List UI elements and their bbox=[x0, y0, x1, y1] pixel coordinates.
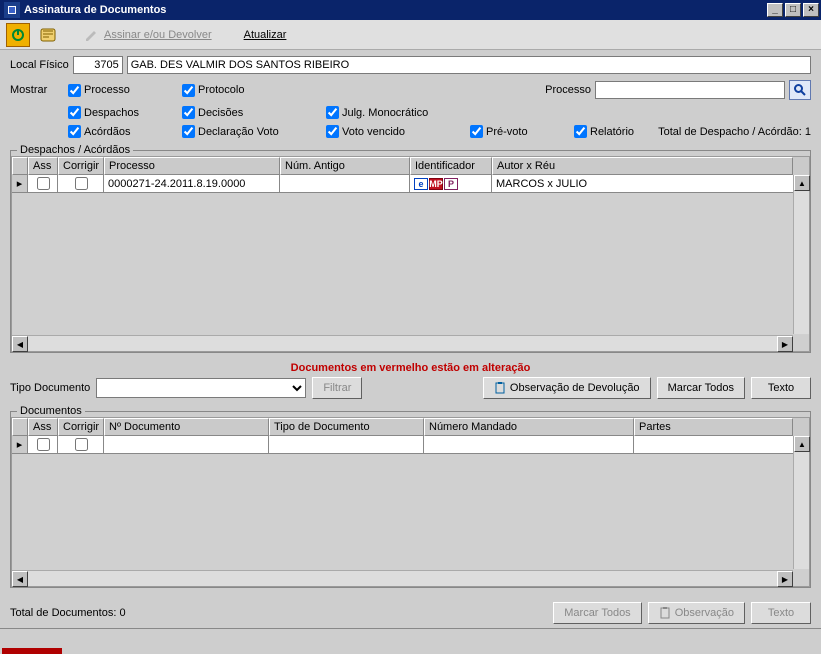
scroll-left-icon[interactable]: ◀ bbox=[12, 571, 28, 587]
ident-mp-icon: MP bbox=[429, 178, 443, 190]
despachos-grid[interactable]: Ass Corrigir Processo Núm. Antigo Identi… bbox=[11, 156, 810, 352]
col2-partes[interactable]: Partes bbox=[634, 418, 793, 436]
chk-decisoes[interactable]: Decisões bbox=[182, 106, 322, 119]
documentos-legend: Documentos bbox=[17, 405, 85, 417]
col-identificador[interactable]: Identificador bbox=[410, 157, 492, 175]
chk-protocolo[interactable]: Protocolo bbox=[182, 84, 322, 97]
total-documentos-label: Total de Documentos: 0 bbox=[10, 607, 126, 619]
col2-tipo-doc[interactable]: Tipo de Documento bbox=[269, 418, 424, 436]
window-title: Assinatura de Documentos bbox=[24, 4, 166, 16]
footer-marcar-todos-button[interactable]: Marcar Todos bbox=[553, 602, 641, 624]
table-row[interactable]: ▸ bbox=[12, 436, 809, 454]
row2-corrigir-check[interactable] bbox=[75, 438, 88, 451]
row-marker: ▸ bbox=[12, 175, 28, 193]
toolbar: Assinar e/ou Devolver Atualizar bbox=[0, 20, 821, 50]
local-fisico-row: Local Físico bbox=[10, 56, 811, 74]
chk-decl-voto[interactable]: Declaração Voto bbox=[182, 125, 322, 138]
clipboard-icon bbox=[659, 607, 671, 619]
documentos-grid[interactable]: Ass Corrigir Nº Documento Tipo de Docume… bbox=[11, 417, 810, 587]
grid1-hscroll[interactable]: ◀ ▶ bbox=[12, 335, 793, 351]
col-num-antigo[interactable]: Núm. Antigo bbox=[280, 157, 410, 175]
col2-ass[interactable]: Ass bbox=[28, 418, 58, 436]
chk-processo[interactable]: Processo bbox=[68, 84, 178, 97]
sign-icon bbox=[84, 27, 100, 43]
tipo-documento-select[interactable] bbox=[96, 378, 306, 398]
assinar-devolver-link: Assinar e/ou Devolver bbox=[80, 25, 216, 45]
chk-despachos[interactable]: Despachos bbox=[68, 106, 178, 119]
tipo-documento-label: Tipo Documento bbox=[10, 382, 90, 394]
refresh-icon[interactable] bbox=[36, 23, 60, 47]
clipboard-icon bbox=[494, 382, 506, 394]
cell-identificador: e MP P bbox=[410, 175, 492, 193]
chk-relatorio[interactable]: Relatório bbox=[574, 125, 634, 138]
grid2-vscroll[interactable]: ▲ bbox=[793, 436, 809, 569]
grid1-vscroll[interactable]: ▲ bbox=[793, 175, 809, 334]
scroll-right-icon[interactable]: ▶ bbox=[777, 336, 793, 352]
alteration-warning: Documentos em vermelho estão em alteraçã… bbox=[10, 359, 811, 377]
app-icon bbox=[4, 2, 20, 18]
ident-p-icon: P bbox=[444, 178, 458, 190]
chk-acordaos[interactable]: Acórdãos bbox=[68, 125, 178, 138]
row2-ass-check[interactable] bbox=[37, 438, 50, 451]
documentos-fieldset: Documentos Ass Corrigir Nº Documento Tip… bbox=[10, 405, 811, 588]
scroll-up-icon[interactable]: ▲ bbox=[794, 175, 810, 191]
despachos-fieldset: Despachos / Acórdãos Ass Corrigir Proces… bbox=[10, 144, 811, 353]
col2-num-mandado[interactable]: Número Mandado bbox=[424, 418, 634, 436]
col-processo[interactable]: Processo bbox=[104, 157, 280, 175]
texto-button[interactable]: Texto bbox=[751, 377, 811, 399]
chk-voto-vencido[interactable]: Voto vencido bbox=[326, 125, 466, 138]
col-autor-reu[interactable]: Autor x Réu bbox=[492, 157, 793, 175]
maximize-button[interactable]: □ bbox=[785, 3, 801, 17]
filtrar-button[interactable]: Filtrar bbox=[312, 377, 362, 399]
local-code-input[interactable] bbox=[73, 56, 123, 74]
chk-pre-voto[interactable]: Pré-voto bbox=[470, 125, 570, 138]
total-despacho-label: Total de Despacho / Acórdão: 1 bbox=[658, 126, 811, 138]
cell-autor-reu: MARCOS x JULIO bbox=[492, 175, 809, 193]
local-fisico-label: Local Físico bbox=[10, 59, 69, 71]
observacao-devolucao-button[interactable]: Observação de Devolução bbox=[483, 377, 651, 399]
ident-e-icon: e bbox=[414, 178, 428, 190]
atualizar-link[interactable]: Atualizar bbox=[240, 27, 291, 43]
row-ass-check[interactable] bbox=[37, 177, 50, 190]
titlebar: Assinatura de Documentos _ □ × bbox=[0, 0, 821, 20]
row-marker: ▸ bbox=[12, 436, 28, 454]
cell-processo: 0000271-24.2011.8.19.0000 bbox=[104, 175, 280, 193]
col-ass[interactable]: Ass bbox=[28, 157, 58, 175]
processo-search-input[interactable] bbox=[595, 81, 785, 99]
close-button[interactable]: × bbox=[803, 3, 819, 17]
footer-observacao-button[interactable]: Observação bbox=[648, 602, 745, 624]
row-corrigir-check[interactable] bbox=[75, 177, 88, 190]
search-button[interactable] bbox=[789, 80, 811, 100]
local-name-input[interactable] bbox=[127, 56, 811, 74]
scroll-right-icon[interactable]: ▶ bbox=[777, 571, 793, 587]
cell-num-antigo bbox=[280, 175, 410, 193]
marcar-todos-button[interactable]: Marcar Todos bbox=[657, 377, 745, 399]
chk-julg-mono[interactable]: Julg. Monocrático bbox=[326, 106, 466, 119]
power-icon[interactable] bbox=[6, 23, 30, 47]
col2-num-doc[interactable]: Nº Documento bbox=[104, 418, 269, 436]
footer-texto-button[interactable]: Texto bbox=[751, 602, 811, 624]
minimize-button[interactable]: _ bbox=[767, 3, 783, 17]
grid2-hscroll[interactable]: ◀ ▶ bbox=[12, 570, 793, 586]
scroll-up-icon[interactable]: ▲ bbox=[794, 436, 810, 452]
despachos-legend: Despachos / Acórdãos bbox=[17, 144, 133, 156]
table-row[interactable]: ▸ 0000271-24.2011.8.19.0000 e MP P MARCO… bbox=[12, 175, 809, 193]
mostrar-label: Mostrar bbox=[10, 84, 64, 96]
processo-search-label: Processo bbox=[545, 84, 591, 96]
col-corrigir[interactable]: Corrigir bbox=[58, 157, 104, 175]
scroll-left-icon[interactable]: ◀ bbox=[12, 336, 28, 352]
col2-corrigir[interactable]: Corrigir bbox=[58, 418, 104, 436]
search-icon bbox=[793, 83, 807, 97]
statusbar bbox=[0, 628, 821, 648]
footer: Total de Documentos: 0 Marcar Todos Obse… bbox=[0, 598, 821, 628]
